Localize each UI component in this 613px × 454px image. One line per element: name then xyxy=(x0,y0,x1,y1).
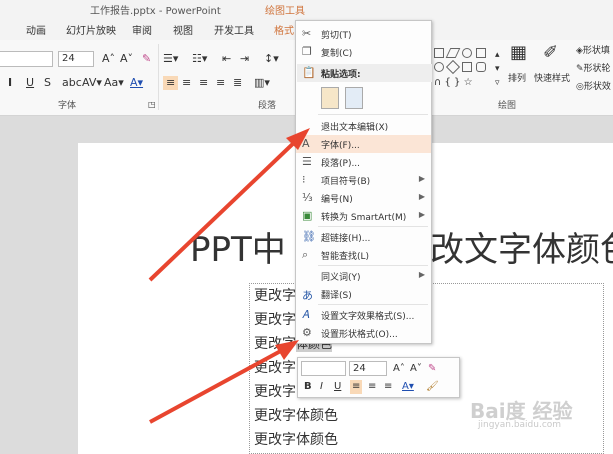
red-arrow-line xyxy=(149,345,289,424)
red-arrow-line xyxy=(148,135,302,282)
watermark-url: jingyan.baidu.com xyxy=(478,420,562,430)
red-arrow-head-icon xyxy=(275,340,299,360)
annotation-arrows xyxy=(148,128,310,424)
